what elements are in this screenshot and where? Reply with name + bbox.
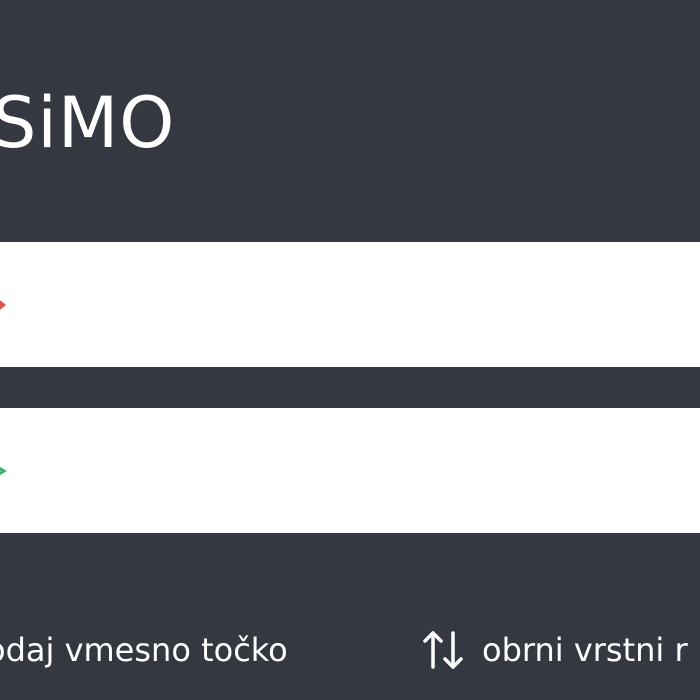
start-location-field[interactable] (0, 242, 700, 367)
end-location-field[interactable] (0, 408, 700, 533)
start-marker-icon (0, 293, 12, 317)
swap-vertical-icon (420, 627, 466, 673)
reverse-order-label: obrni vrstni r (482, 631, 688, 669)
add-waypoint-button[interactable]: odaj vmesno točko (0, 618, 288, 682)
app-logo: SiMO (0, 82, 176, 164)
end-location-input[interactable] (30, 408, 690, 533)
reverse-order-button[interactable]: obrni vrstni r (420, 618, 688, 682)
start-location-input[interactable] (30, 242, 690, 367)
end-marker-icon (0, 459, 12, 483)
route-actions: odaj vmesno točko obrni vrstni r (0, 618, 700, 682)
add-waypoint-label: odaj vmesno točko (0, 631, 288, 669)
